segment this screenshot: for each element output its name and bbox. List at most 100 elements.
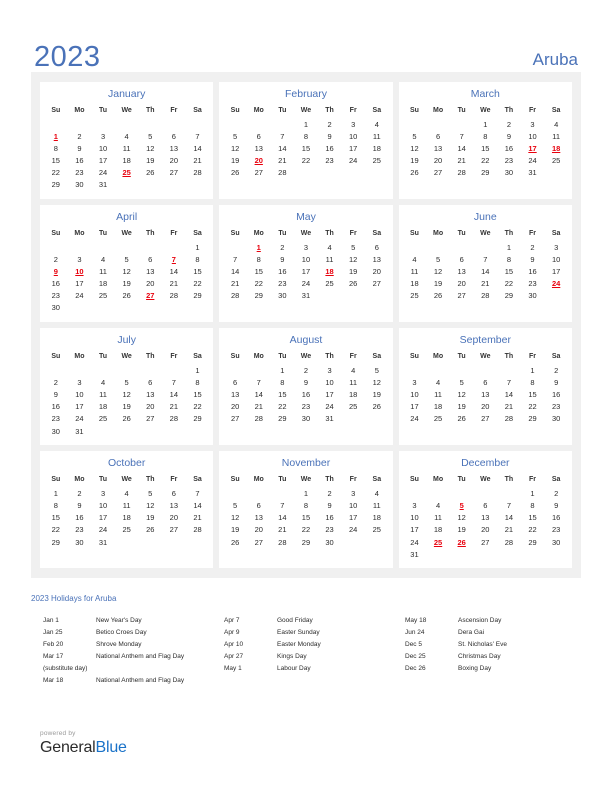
day-cell[interactable]: 13 <box>365 253 389 265</box>
day-cell[interactable]: 8 <box>294 499 318 511</box>
day-cell-holiday[interactable]: 27 <box>138 290 162 302</box>
day-cell[interactable]: 24 <box>68 413 92 425</box>
day-cell[interactable]: 8 <box>44 142 68 154</box>
day-cell[interactable]: 25 <box>91 413 115 425</box>
day-cell[interactable]: 16 <box>294 388 318 400</box>
day-cell[interactable]: 1 <box>294 118 318 130</box>
day-cell[interactable]: 29 <box>44 179 68 191</box>
day-cell[interactable]: 14 <box>271 512 295 524</box>
day-cell[interactable]: 4 <box>365 118 389 130</box>
day-cell[interactable]: 6 <box>162 487 186 499</box>
day-cell-holiday[interactable]: 18 <box>318 265 342 277</box>
day-cell[interactable]: 10 <box>68 388 92 400</box>
day-cell[interactable]: 11 <box>544 130 568 142</box>
day-cell[interactable]: 9 <box>294 376 318 388</box>
day-cell[interactable]: 28 <box>473 290 497 302</box>
day-cell[interactable]: 13 <box>247 512 271 524</box>
day-cell[interactable]: 18 <box>115 154 139 166</box>
day-cell-holiday[interactable]: 25 <box>426 536 450 548</box>
day-cell[interactable]: 9 <box>521 253 545 265</box>
day-cell[interactable]: 3 <box>294 241 318 253</box>
day-cell[interactable]: 12 <box>138 142 162 154</box>
day-cell[interactable]: 7 <box>271 499 295 511</box>
day-cell[interactable]: 19 <box>450 524 474 536</box>
day-cell[interactable]: 29 <box>271 413 295 425</box>
day-cell[interactable]: 8 <box>294 130 318 142</box>
day-cell[interactable]: 3 <box>341 118 365 130</box>
day-cell[interactable]: 7 <box>497 376 521 388</box>
day-cell[interactable]: 21 <box>450 155 474 167</box>
day-cell[interactable]: 11 <box>115 142 139 154</box>
day-cell[interactable]: 19 <box>450 401 474 413</box>
day-cell[interactable]: 15 <box>271 388 295 400</box>
day-cell[interactable]: 16 <box>44 278 68 290</box>
day-cell[interactable]: 26 <box>426 290 450 302</box>
day-cell[interactable]: 3 <box>318 364 342 376</box>
day-cell[interactable]: 13 <box>138 388 162 400</box>
day-cell[interactable]: 15 <box>294 512 318 524</box>
day-cell[interactable]: 20 <box>138 401 162 413</box>
day-cell[interactable]: 4 <box>91 376 115 388</box>
day-cell[interactable]: 7 <box>186 130 210 142</box>
day-cell[interactable]: 5 <box>115 376 139 388</box>
day-cell[interactable]: 29 <box>294 536 318 548</box>
day-cell[interactable]: 8 <box>521 499 545 511</box>
day-cell[interactable]: 28 <box>186 524 210 536</box>
day-cell[interactable]: 8 <box>521 376 545 388</box>
day-cell[interactable]: 30 <box>318 536 342 548</box>
day-cell[interactable]: 29 <box>521 536 545 548</box>
day-cell[interactable]: 12 <box>450 512 474 524</box>
day-cell[interactable]: 10 <box>91 499 115 511</box>
day-cell[interactable]: 14 <box>162 388 186 400</box>
day-cell[interactable]: 17 <box>403 524 427 536</box>
day-cell-holiday[interactable]: 17 <box>521 142 545 154</box>
day-cell[interactable]: 19 <box>115 401 139 413</box>
day-cell[interactable]: 16 <box>497 142 521 154</box>
day-cell[interactable]: 27 <box>426 167 450 179</box>
day-cell[interactable]: 28 <box>247 413 271 425</box>
day-cell[interactable]: 4 <box>115 130 139 142</box>
day-cell[interactable]: 25 <box>318 278 342 290</box>
day-cell[interactable]: 3 <box>544 241 568 253</box>
day-cell[interactable]: 7 <box>186 487 210 499</box>
day-cell[interactable]: 28 <box>223 290 247 302</box>
day-cell[interactable]: 19 <box>223 155 247 167</box>
day-cell[interactable]: 27 <box>473 413 497 425</box>
day-cell[interactable]: 17 <box>68 401 92 413</box>
day-cell[interactable]: 7 <box>271 130 295 142</box>
day-cell[interactable]: 13 <box>162 142 186 154</box>
day-cell[interactable]: 10 <box>341 499 365 511</box>
day-cell[interactable]: 28 <box>497 536 521 548</box>
day-cell[interactable]: 3 <box>68 253 92 265</box>
day-cell[interactable]: 3 <box>341 487 365 499</box>
day-cell[interactable]: 10 <box>294 253 318 265</box>
day-cell[interactable]: 23 <box>68 167 92 179</box>
day-cell[interactable]: 25 <box>365 155 389 167</box>
day-cell[interactable]: 24 <box>403 413 427 425</box>
day-cell[interactable]: 21 <box>271 524 295 536</box>
day-cell[interactable]: 21 <box>223 278 247 290</box>
day-cell[interactable]: 5 <box>138 487 162 499</box>
day-cell[interactable]: 6 <box>450 253 474 265</box>
day-cell[interactable]: 17 <box>341 512 365 524</box>
day-cell[interactable]: 20 <box>450 278 474 290</box>
day-cell[interactable]: 8 <box>497 253 521 265</box>
day-cell[interactable]: 18 <box>341 388 365 400</box>
day-cell[interactable]: 27 <box>450 290 474 302</box>
day-cell-holiday[interactable]: 24 <box>544 278 568 290</box>
day-cell[interactable]: 20 <box>162 154 186 166</box>
day-cell[interactable]: 11 <box>91 265 115 277</box>
day-cell[interactable]: 24 <box>91 167 115 179</box>
day-cell[interactable]: 4 <box>341 364 365 376</box>
day-cell[interactable]: 4 <box>365 487 389 499</box>
day-cell[interactable]: 2 <box>68 130 92 142</box>
day-cell[interactable]: 15 <box>473 142 497 154</box>
day-cell[interactable]: 12 <box>450 388 474 400</box>
day-cell[interactable]: 20 <box>223 401 247 413</box>
day-cell[interactable]: 10 <box>403 388 427 400</box>
day-cell[interactable]: 6 <box>223 376 247 388</box>
day-cell[interactable]: 8 <box>247 253 271 265</box>
day-cell[interactable]: 2 <box>68 487 92 499</box>
day-cell[interactable]: 6 <box>138 376 162 388</box>
day-cell[interactable]: 3 <box>521 118 545 130</box>
